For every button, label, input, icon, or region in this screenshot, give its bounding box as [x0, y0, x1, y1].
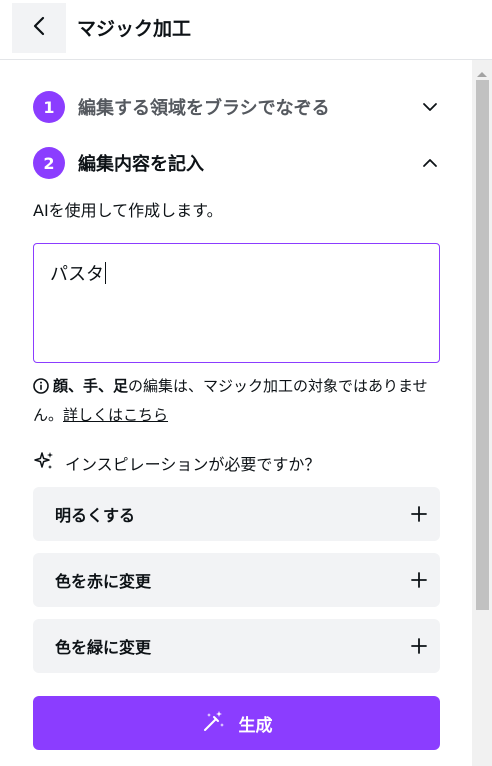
suggestion-label: 色を緑に変更 — [55, 638, 152, 657]
chevron-down-icon[interactable] — [420, 97, 440, 117]
step-2-number: 2 — [33, 147, 65, 179]
plus-icon[interactable] — [410, 571, 428, 589]
step-2-header[interactable]: 2 編集内容を記入 — [33, 147, 440, 179]
generate-button[interactable]: 生成 — [33, 696, 440, 750]
step-1-header[interactable]: 1 編集する領域をブラシでなぞる — [33, 91, 440, 123]
magic-wand-icon — [201, 708, 227, 738]
chevron-left-icon — [32, 16, 46, 40]
back-button[interactable] — [12, 3, 66, 53]
inspiration-label: インスピレーションが必要ですか？ — [65, 455, 321, 474]
suggestion-brighten[interactable]: 明るくする — [33, 487, 440, 541]
info-icon — [33, 376, 49, 402]
plus-icon[interactable] — [410, 637, 428, 655]
scrollbar-thumb[interactable] — [476, 80, 489, 610]
step-2-label: 編集内容を記入 — [78, 154, 204, 175]
suggestion-label: 明るくする — [55, 506, 136, 525]
chevron-up-icon[interactable] — [420, 153, 440, 173]
sparkle-icon — [33, 450, 55, 476]
page-title: マジック加工 — [77, 18, 192, 40]
generate-label: 生成 — [238, 715, 273, 736]
notice: 顔、手、足の編集は、マジック加工の対象ではありません。詳しくはこちら — [33, 373, 445, 428]
inspiration-heading: インスピレーションが必要ですか？ — [33, 450, 320, 476]
suggestion-green[interactable]: 色を緑に変更 — [33, 619, 440, 673]
suggestion-label: 色を赤に変更 — [55, 572, 152, 591]
text-caret — [105, 262, 106, 284]
step-1-label: 編集する領域をブラシでなぞる — [78, 98, 330, 119]
prompt-input-value: パスタ — [50, 264, 104, 285]
notice-bold: 顔、手、足 — [53, 377, 129, 395]
panel-header: マジック加工 — [0, 0, 492, 60]
suggestion-red[interactable]: 色を赤に変更 — [33, 553, 440, 607]
step-description: AIを使用して作成します。 — [33, 201, 223, 220]
learn-more-link[interactable]: 詳しくはこちら — [63, 406, 168, 424]
step-1-number: 1 — [33, 91, 65, 123]
prompt-input[interactable]: パスタ — [33, 243, 440, 363]
plus-icon[interactable] — [410, 505, 428, 523]
